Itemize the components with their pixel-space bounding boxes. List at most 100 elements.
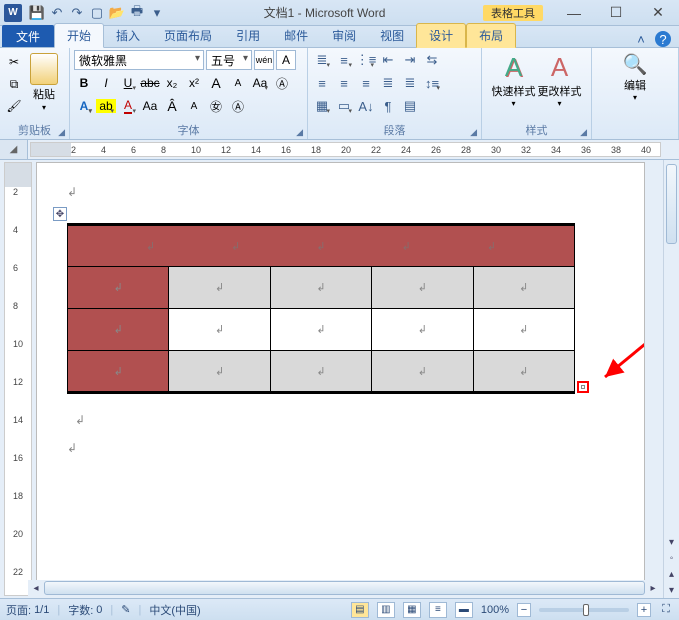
horizontal-scrollbar[interactable]: ◂ ▸	[28, 580, 661, 596]
superscript-button[interactable]: x²	[184, 73, 204, 93]
table-cell[interactable]: ↲	[372, 351, 473, 393]
ruler-corner[interactable]: ◢	[0, 140, 28, 159]
italic-button[interactable]: I	[96, 73, 116, 93]
font-launcher[interactable]: ◢	[296, 127, 303, 138]
status-proofing[interactable]: ✎	[121, 603, 130, 616]
character-border-button[interactable]: A	[276, 50, 296, 70]
table-move-handle[interactable]: ✥	[53, 207, 67, 221]
help-button[interactable]: ?	[655, 31, 671, 47]
font-size-combo[interactable]: 五号	[206, 50, 252, 70]
table-cell[interactable]: ↲	[473, 267, 575, 309]
horizontal-ruler[interactable]: 246810121416182022242628303234363840	[30, 142, 661, 157]
minimize-button[interactable]: —	[553, 0, 595, 26]
editing-button[interactable]: 🔍 编辑▾	[613, 50, 657, 102]
table-cell[interactable]: ↲↲↲↲↲	[68, 225, 575, 267]
font-color-button[interactable]: A▾	[118, 96, 138, 116]
print-button[interactable]: 🖶	[128, 4, 146, 22]
minimize-ribbon-button[interactable]: ˄	[633, 31, 649, 47]
scroll-thumb[interactable]	[666, 164, 677, 244]
phonetic-guide-button[interactable]: wén	[254, 50, 274, 70]
decrease-indent-button[interactable]: ⇤	[378, 50, 398, 70]
document-table[interactable]: ↲↲↲↲↲↲↲↲↲↲↲↲↲↲↲↲↲↲↲↲	[67, 223, 575, 394]
small-a-button[interactable]: A	[184, 96, 204, 116]
table-cell[interactable]: ↲	[372, 309, 473, 351]
tab-page-layout[interactable]: 页面布局	[152, 24, 224, 47]
subscript-button[interactable]: x₂	[162, 73, 182, 93]
bullets-button[interactable]: ≣▾	[312, 50, 332, 70]
increase-indent-button[interactable]: ⇥	[400, 50, 420, 70]
open-button[interactable]: 📂	[108, 4, 126, 22]
align-right-button[interactable]: ≡	[356, 73, 376, 93]
qat-customize[interactable]: ▾	[148, 4, 166, 22]
close-button[interactable]: ✕	[637, 0, 679, 26]
status-language[interactable]: 中文(中国)	[149, 602, 200, 618]
table-cell[interactable]: ↲	[473, 309, 575, 351]
table-cell[interactable]: ↲	[169, 309, 270, 351]
snap-button[interactable]: ▤	[400, 96, 420, 116]
justify-button[interactable]: ≣	[378, 73, 398, 93]
paste-button[interactable]: 粘贴 ▾	[26, 50, 62, 112]
page[interactable]: ↲ ✥ ↲↲↲↲↲↲↲↲↲↲↲↲↲↲↲↲↲↲↲↲ ↲ ↲	[36, 162, 645, 596]
scroll-down-button[interactable]: ▾	[664, 534, 679, 550]
view-draft[interactable]: ▬	[455, 602, 473, 618]
underline-button[interactable]: U▾	[118, 73, 138, 93]
tab-table-design[interactable]: 设计	[416, 23, 466, 48]
cut-button[interactable]: ✂	[4, 52, 24, 72]
clear-formatting-button[interactable]: Ⓐ	[272, 73, 292, 93]
tab-references[interactable]: 引用	[224, 24, 272, 47]
undo-button[interactable]: ↶	[48, 4, 66, 22]
table-cell[interactable]: ↲	[473, 351, 575, 393]
bold-button[interactable]: B	[74, 73, 94, 93]
shrink-font-button[interactable]: A	[228, 73, 248, 93]
vertical-scrollbar[interactable]: ▴ ▾ ◦ ▴ ▾	[663, 160, 679, 598]
zoom-out-button[interactable]: −	[517, 603, 531, 617]
tab-review[interactable]: 审阅	[320, 24, 368, 47]
enclose-char-button[interactable]: Â	[162, 96, 182, 116]
tab-view[interactable]: 视图	[368, 24, 416, 47]
zoom-fit-button[interactable]: ⛶	[659, 603, 673, 617]
save-button[interactable]: 💾	[28, 4, 46, 22]
copy-button[interactable]: ⧉	[4, 74, 24, 94]
table-cell[interactable]: ↲	[372, 267, 473, 309]
grow-font-button[interactable]: A	[206, 73, 226, 93]
hscroll-thumb[interactable]	[44, 581, 645, 595]
distribute-button[interactable]: ≣	[400, 73, 420, 93]
view-full-screen[interactable]: ▥	[377, 602, 395, 618]
numbering-button[interactable]: ≡▾	[334, 50, 354, 70]
shading-button[interactable]: ▦▾	[312, 96, 332, 116]
table-resize-handle[interactable]	[577, 381, 589, 393]
change-styles-button[interactable]: A 更改样式▾	[538, 50, 582, 108]
table-cell[interactable]: ↲	[169, 351, 270, 393]
table-cell[interactable]: ↲	[270, 309, 371, 351]
next-page-button[interactable]: ▾	[664, 582, 679, 598]
text-effects-button[interactable]: A▾	[74, 96, 94, 116]
table-cell[interactable]: ↲	[270, 267, 371, 309]
clipboard-launcher[interactable]: ◢	[58, 127, 65, 138]
prev-page-button[interactable]: ▴	[664, 566, 679, 582]
new-button[interactable]: ▢	[88, 4, 106, 22]
table-cell[interactable]: ↲	[68, 351, 169, 393]
zoom-slider[interactable]	[539, 608, 629, 612]
status-page[interactable]: 页面: 1/1	[6, 602, 49, 618]
font-name-combo[interactable]: 微软雅黑	[74, 50, 204, 70]
table-cell[interactable]: ↲	[270, 351, 371, 393]
show-marks-button[interactable]: ¶	[378, 96, 398, 116]
table-cell[interactable]: ↲	[68, 309, 169, 351]
view-print-layout[interactable]: ▤	[351, 602, 369, 618]
zoom-in-button[interactable]: +	[637, 603, 651, 617]
strike-button[interactable]: abc	[140, 73, 160, 93]
paragraph-launcher[interactable]: ◢	[470, 127, 477, 138]
maximize-button[interactable]: ☐	[595, 0, 637, 26]
highlight-button[interactable]: ab▾	[96, 96, 116, 116]
borders-button[interactable]: ▭▾	[334, 96, 354, 116]
char-shading-button[interactable]: Aa	[140, 96, 160, 116]
table-cell[interactable]: ↲	[68, 267, 169, 309]
sort-button[interactable]: A↓	[356, 96, 376, 116]
view-web-layout[interactable]: ▦	[403, 602, 421, 618]
change-case-button[interactable]: Aa▾	[250, 73, 270, 93]
tab-mailings[interactable]: 邮件	[272, 24, 320, 47]
browse-object-button[interactable]: ◦	[664, 550, 679, 566]
tab-home[interactable]: 开始	[54, 23, 104, 48]
status-word-count[interactable]: 字数: 0	[68, 602, 102, 618]
circle-char-button[interactable]: ㊛	[206, 96, 226, 116]
